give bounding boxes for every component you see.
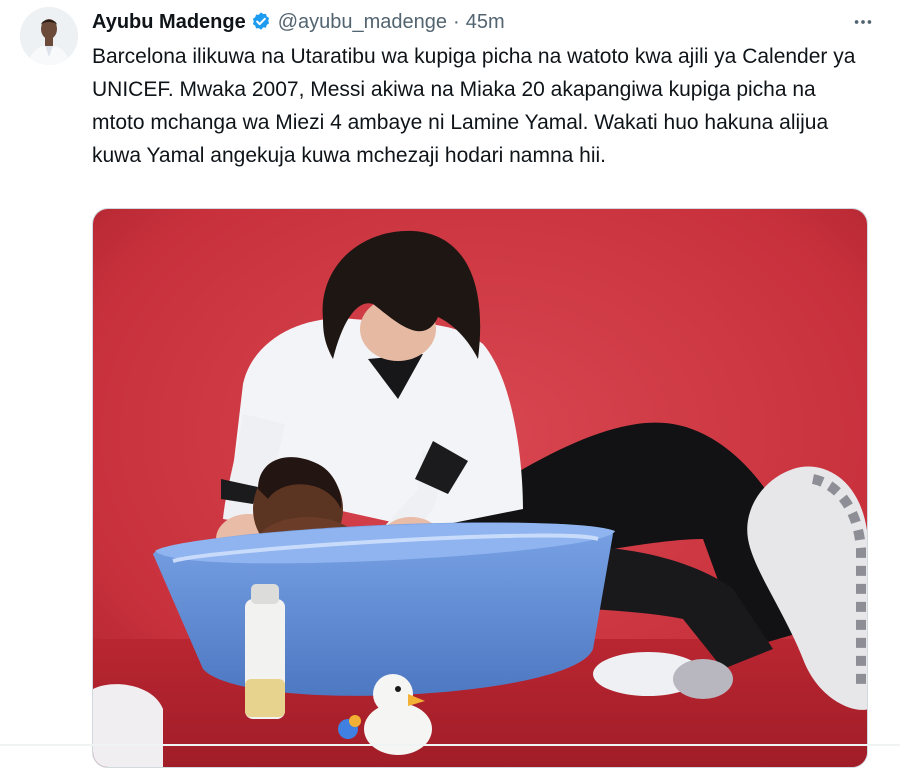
author-handle[interactable]: @ayubu_madenge <box>278 11 447 34</box>
author-avatar[interactable] <box>20 7 78 65</box>
tweet-timestamp[interactable]: 45m <box>466 11 505 34</box>
tweet-header: Ayubu Madenge @ayubu_madenge · 45m <box>92 7 880 37</box>
verified-badge-icon <box>250 11 272 33</box>
tweet-photo[interactable] <box>92 208 868 768</box>
tweet-text: Barcelona ilikuwa na Utaratibu wa kupiga… <box>92 45 856 167</box>
separator-dot: · <box>453 10 460 33</box>
author-name[interactable]: Ayubu Madenge <box>92 11 246 34</box>
tweet: Ayubu Madenge @ayubu_madenge · 45m Barce… <box>0 0 900 768</box>
more-options-icon[interactable] <box>846 7 880 37</box>
